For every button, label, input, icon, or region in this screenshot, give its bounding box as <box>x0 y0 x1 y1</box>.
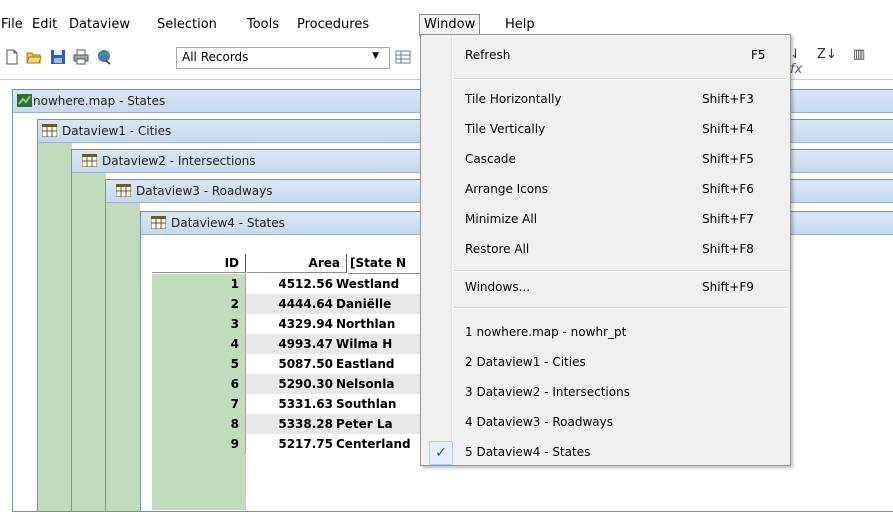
col-header-id[interactable]: ID <box>152 254 246 273</box>
columns-icon[interactable]: ▥ <box>853 47 865 62</box>
cell-id: 8 <box>152 414 246 434</box>
menu-item-label: 1 nowhere.map - nowhr_pt <box>465 325 627 339</box>
menu-item-label: Cascade <box>465 152 516 166</box>
menu-dataview[interactable]: Dataview <box>68 16 131 34</box>
menu-item-window-2[interactable]: 2 Dataview1 - Cities <box>421 348 790 378</box>
menu-item-shortcut: Shift+F9 <box>702 280 754 294</box>
cell-id: 4 <box>152 334 246 354</box>
table-icon <box>42 124 57 137</box>
menu-item-shortcut: Shift+F8 <box>702 242 754 256</box>
menu-item-label: Refresh <box>465 48 511 62</box>
save-icon[interactable] <box>50 49 66 65</box>
cell-area: 4512.56 <box>278 277 333 291</box>
window-dataview1-title: Dataview1 - Cities <box>62 124 172 138</box>
dataview3-row-header-strip <box>106 203 140 511</box>
menu-item-shortcut: Shift+F7 <box>702 212 754 226</box>
formula-icon[interactable]: fx <box>790 62 802 77</box>
chevron-down-icon[interactable]: ▼ <box>372 51 379 61</box>
cell-area: 5217.75 <box>278 437 333 451</box>
new-file-icon[interactable] <box>4 49 20 65</box>
menu-item-label: Windows... <box>465 280 531 294</box>
cell-id: 3 <box>152 314 246 334</box>
menu-item-cascade[interactable]: Cascade Shift+F5 <box>421 145 790 175</box>
menu-item-windows[interactable]: Windows... Shift+F9 <box>421 273 790 303</box>
window-menu-dropdown: Refresh F5 Tile Horizontally Shift+F3 Ti… <box>420 34 791 466</box>
cell-area: 5331.63 <box>278 397 333 411</box>
print-icon[interactable] <box>73 49 89 65</box>
cell-area: 5290.30 <box>278 377 333 391</box>
menu-separator <box>454 307 787 309</box>
menu-edit[interactable]: Edit <box>31 16 58 34</box>
menu-file[interactable]: File <box>0 16 24 34</box>
menu-item-label: Tile Vertically <box>465 122 546 136</box>
menu-item-label: 3 Dataview2 - Intersections <box>465 385 630 399</box>
menu-item-shortcut: Shift+F4 <box>702 122 754 136</box>
menu-item-label: Tile Horizontally <box>465 92 562 106</box>
menu-procedures[interactable]: Procedures <box>296 16 370 34</box>
window-dataview2-title: Dataview2 - Intersections <box>102 154 256 168</box>
selection-set-combo[interactable]: All Records ▼ <box>176 47 390 69</box>
menu-item-label: Arrange Icons <box>465 182 548 196</box>
grid-icon[interactable] <box>395 49 411 65</box>
cell-area: 4444.64 <box>278 297 333 311</box>
cell-id: 6 <box>152 374 246 394</box>
col-header-area[interactable]: Area <box>247 254 347 273</box>
menu-item-label: Minimize All <box>465 212 538 226</box>
sort-ascending-icon[interactable]: ⇃ <box>790 47 801 62</box>
menu-item-tile-horizontally[interactable]: Tile Horizontally Shift+F3 <box>421 85 790 115</box>
right-toolbar-icons: ⇃ Z↓ ▥ fx <box>790 47 893 77</box>
window-dataview4-title: Dataview4 - States <box>171 216 285 230</box>
menu-selection[interactable]: Selection <box>156 16 218 34</box>
menu-separator <box>454 270 787 272</box>
menu-item-shortcut: Shift+F6 <box>702 182 754 196</box>
table-icon <box>151 216 166 229</box>
selection-set-value: All Records <box>182 50 249 64</box>
menu-item-window-4[interactable]: 4 Dataview3 - Roadways <box>421 408 790 438</box>
menu-item-minimize-all[interactable]: Minimize All Shift+F7 <box>421 205 790 235</box>
table-icon <box>116 184 131 197</box>
menu-item-arrange-icons[interactable]: Arrange Icons Shift+F6 <box>421 175 790 205</box>
layer-icon[interactable] <box>96 49 112 65</box>
map-icon <box>17 94 32 107</box>
grid-row-header-strip <box>152 454 246 510</box>
cell-area: 5087.50 <box>278 357 333 371</box>
checkmark-icon: ✓ <box>429 441 453 465</box>
cell-id: 7 <box>152 394 246 414</box>
menu-item-refresh[interactable]: Refresh F5 <box>421 41 790 71</box>
dataview1-row-header-strip <box>38 143 72 511</box>
menu-item-window-5[interactable]: ✓ 5 Dataview4 - States <box>421 438 790 468</box>
window-dataview3-title: Dataview3 - Roadways <box>136 184 273 198</box>
cell-area: 5338.28 <box>278 417 333 431</box>
menu-item-window-3[interactable]: 3 Dataview2 - Intersections <box>421 378 790 408</box>
menu-tools[interactable]: Tools <box>246 16 280 34</box>
window-map-title: nowhere.map - States <box>33 94 166 108</box>
menu-item-label: 4 Dataview3 - Roadways <box>465 415 613 429</box>
menu-window[interactable]: Window <box>419 14 481 36</box>
cell-id: 1 <box>152 274 246 294</box>
cell-area: 4993.47 <box>278 337 333 351</box>
cell-id: 5 <box>152 354 246 374</box>
cell-id: 2 <box>152 294 246 314</box>
menu-item-shortcut: F5 <box>751 48 766 62</box>
menu-item-label: 2 Dataview1 - Cities <box>465 355 586 369</box>
cell-id: 9 <box>152 434 246 454</box>
menu-item-window-1[interactable]: 1 nowhere.map - nowhr_pt <box>421 318 790 348</box>
dataview2-row-header-strip <box>72 173 106 511</box>
menu-bar: File Edit Dataview Selection Tools Proce… <box>0 0 893 36</box>
menu-item-restore-all[interactable]: Restore All Shift+F8 <box>421 235 790 265</box>
menu-item-label: Restore All <box>465 242 530 256</box>
col-header-state-name[interactable]: [State N <box>348 254 430 274</box>
menu-item-shortcut: Shift+F3 <box>702 92 754 106</box>
open-folder-icon[interactable] <box>26 49 42 65</box>
menu-help[interactable]: Help <box>504 16 536 34</box>
menu-item-label: 5 Dataview4 - States <box>465 445 591 459</box>
menu-separator <box>454 78 787 80</box>
cell-area: 4329.94 <box>278 317 333 331</box>
sort-za-icon[interactable]: Z↓ <box>817 47 837 62</box>
menu-item-shortcut: Shift+F5 <box>702 152 754 166</box>
table-icon <box>82 154 97 167</box>
menu-item-tile-vertically[interactable]: Tile Vertically Shift+F4 <box>421 115 790 145</box>
